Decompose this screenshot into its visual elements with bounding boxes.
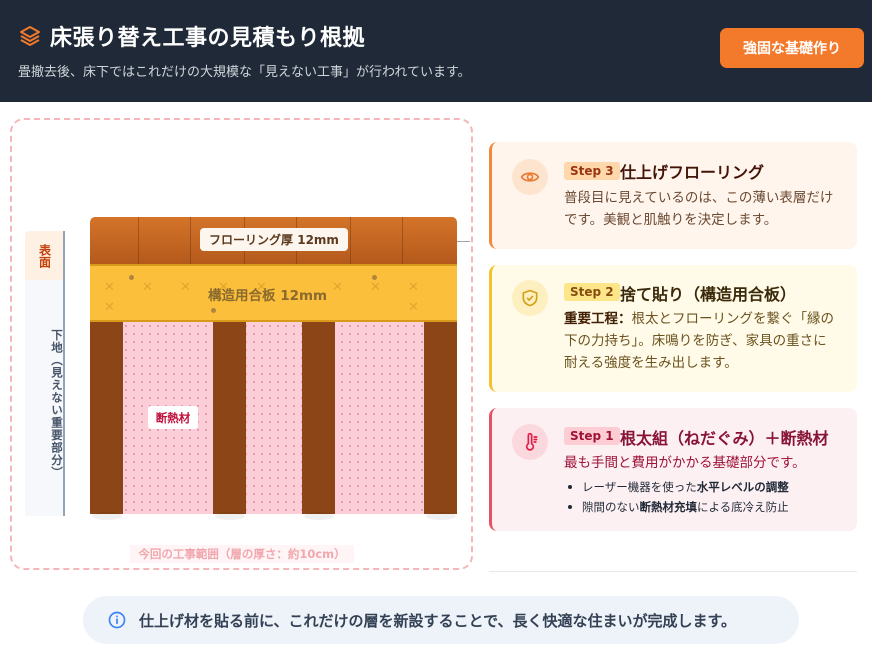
insulation-label: 断熱材 (148, 406, 198, 429)
layer-side-labels: 表面 下地（見えない重要部分） (25, 231, 65, 516)
page-subtitle: 畳撤去後、床下ではこれだけの大規模な「見えない工事」が行われています。 (18, 65, 471, 80)
step1-badge: Step 1 (564, 427, 620, 445)
joist (90, 322, 123, 514)
step3-card: Step 3 仕上げフローリング 普段目に見えているのは、この薄い表層だけです。… (489, 142, 857, 249)
work-range-caption: 今回の工事範囲（層の厚さ：約10cm） (130, 545, 354, 563)
step3-icon-circle (512, 159, 548, 195)
insulation-area (90, 322, 457, 514)
step3-badge: Step 3 (564, 162, 620, 180)
plywood-pattern: ✕ (370, 280, 381, 295)
plank-seam (138, 217, 139, 264)
step2-badge: Step 2 (564, 283, 620, 301)
joist (424, 322, 457, 514)
layers-icon (20, 26, 40, 46)
shield-check-icon (522, 289, 538, 307)
step3-body: 普段目に見えているのは、この薄い表層だけです。美観と肌触りを決定します。 (564, 190, 834, 228)
step3-title: 仕上げフローリング (620, 163, 765, 182)
step2-card: Step 2 捨て貼り（構造用合板） 重要工程：根太とフローリングを繋ぐ「縁の下… (489, 265, 857, 392)
plywood-pattern: ✕ (104, 280, 115, 295)
step1-card: Step 1 根太組（ねだぐみ）＋断熱材 最も手間と費用がかかる基礎部分です。 … (489, 408, 857, 531)
list-item: レーザー機器を使った水平レベルの調整 (568, 477, 789, 497)
nail-dot (129, 275, 134, 280)
footer-text: 仕上げ材を貼る前に、これだけの層を新設することで、長く快適な住まいが完成します。 (139, 611, 737, 630)
surface-label: 表面 (25, 231, 65, 280)
nail-dot (372, 275, 377, 280)
joist (302, 322, 335, 514)
joist (213, 322, 246, 514)
plank-seam (190, 217, 191, 264)
thermometer-icon (525, 432, 538, 451)
flooring-label: フローリング厚 12mm (200, 228, 348, 251)
nail-dot (211, 308, 216, 313)
step2-strong: 重要工程： (564, 311, 632, 327)
plywood-pattern: ✕ (180, 280, 191, 295)
step2-body: 重要工程：根太とフローリングを繋ぐ「縁の下の力持ち」。床鳴りを防ぎ、家具の重さに… (564, 308, 840, 374)
eye-icon (520, 172, 540, 182)
list-item: 隙間のない断熱材充填による底冷え防止 (568, 497, 789, 517)
step2-title: 捨て貼り（構造用合板） (620, 285, 797, 304)
info-icon (108, 611, 126, 629)
page-header: 床張り替え工事の見積もり根拠 畳撤去後、床下ではこれだけの大規模な「見えない工事… (0, 0, 872, 102)
plywood-label: 構造用合板 12mm (208, 288, 328, 304)
plywood-pattern: ✕ (142, 280, 153, 295)
step1-bullet-list: レーザー機器を使った水平レベルの調整 隙間のない断熱材充填による底冷え防止 (568, 477, 789, 517)
plywood-pattern: ✕ (104, 300, 115, 315)
plywood-pattern: ✕ (408, 300, 419, 315)
section-divider (489, 571, 857, 572)
plank-seam (350, 217, 351, 264)
plywood-pattern: ✕ (408, 280, 419, 295)
page-title: 床張り替え工事の見積もり根拠 (50, 26, 366, 51)
hidden-layer-label: 下地（見えない重要部分） (25, 280, 65, 516)
step1-icon-circle (512, 424, 548, 460)
plywood-pattern: ✕ (332, 280, 343, 295)
step1-title: 根太組（ねだぐみ）＋断熱材 (620, 429, 829, 448)
joist-shadow (304, 512, 334, 520)
title-row: 床張り替え工事の見積もり根拠 (18, 20, 365, 52)
footer-note: 仕上げ材を貼る前に、これだけの層を新設することで、長く快適な住まいが完成します。 (83, 596, 799, 644)
joist-shadow (215, 512, 245, 520)
joist-shadow (92, 512, 122, 520)
foundation-button[interactable]: 強固な基礎作り (720, 28, 864, 68)
connector-line (457, 241, 470, 242)
joist-shadow (426, 512, 456, 520)
label-divider-line (63, 231, 65, 516)
plank-seam (402, 217, 403, 264)
step1-body: 最も手間と費用がかかる基礎部分です。 (564, 455, 806, 471)
step2-icon-circle (512, 280, 548, 316)
